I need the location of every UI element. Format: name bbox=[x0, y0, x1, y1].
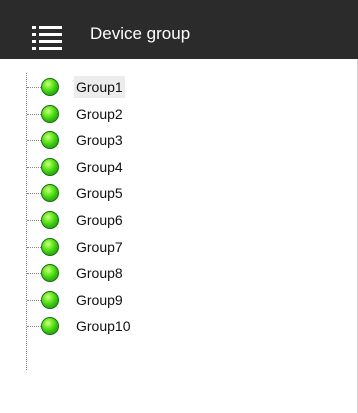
tree-item[interactable]: Group1 bbox=[0, 73, 200, 101]
device-group-tree: Group1 Group2 Group3 Group4 Group5 Group6 Grou… bbox=[0, 73, 358, 413]
tree-item[interactable]: Group7 bbox=[0, 233, 200, 261]
tree-item[interactable]: Group4 bbox=[0, 153, 200, 181]
status-online-icon bbox=[41, 184, 59, 202]
tree-item-label[interactable]: Group3 bbox=[74, 129, 125, 151]
tree-item[interactable]: Group9 bbox=[0, 286, 200, 314]
tree-item[interactable]: Group10 bbox=[0, 312, 200, 340]
list-icon[interactable] bbox=[32, 26, 62, 50]
tree-item-label[interactable]: Group5 bbox=[74, 182, 125, 204]
status-online-icon bbox=[41, 105, 59, 123]
panel-title: Device group bbox=[90, 24, 191, 43]
tree-item-label[interactable]: Group10 bbox=[74, 315, 132, 337]
tree-item-label[interactable]: Group2 bbox=[74, 103, 125, 125]
status-online-icon bbox=[41, 291, 59, 309]
status-online-icon bbox=[41, 264, 59, 282]
tree-item[interactable]: Group2 bbox=[0, 100, 200, 128]
status-online-icon bbox=[41, 78, 59, 96]
tree-item[interactable]: Group6 bbox=[0, 206, 200, 234]
status-online-icon bbox=[41, 238, 59, 256]
tree-item[interactable]: Group3 bbox=[0, 126, 200, 154]
tree-item[interactable]: Group8 bbox=[0, 259, 200, 287]
tree-item-label[interactable]: Group1 bbox=[74, 76, 125, 98]
status-online-icon bbox=[41, 131, 59, 149]
tree-item-label[interactable]: Group9 bbox=[74, 289, 125, 311]
tree-item-label[interactable]: Group7 bbox=[74, 236, 125, 258]
status-online-icon bbox=[41, 211, 59, 229]
tree-item[interactable]: Group5 bbox=[0, 179, 200, 207]
tree-item-label[interactable]: Group4 bbox=[74, 156, 125, 178]
status-online-icon bbox=[41, 158, 59, 176]
panel-header: Device group bbox=[0, 0, 358, 59]
status-online-icon bbox=[41, 317, 59, 335]
device-group-panel: Device group Group1 Group2 Group3 Group4 Gro… bbox=[0, 0, 358, 413]
tree-item-label[interactable]: Group8 bbox=[74, 262, 125, 284]
tree-item-label[interactable]: Group6 bbox=[74, 209, 125, 231]
